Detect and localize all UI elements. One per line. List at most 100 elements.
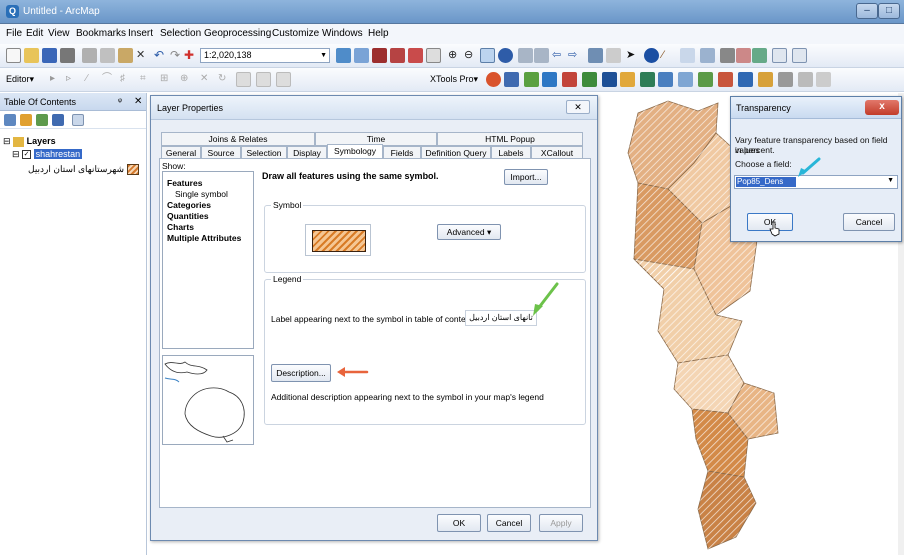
xtools-tool4-icon[interactable] [542, 72, 557, 87]
tab-joins-relates[interactable]: Joins & Relates [161, 132, 315, 146]
layers-row[interactable]: ⊟ Layers [3, 136, 56, 147]
show-item-charts[interactable]: Charts [167, 222, 194, 232]
collapse-icon[interactable]: ⊟ [12, 149, 20, 159]
save-icon[interactable] [42, 48, 57, 63]
back-extent-icon[interactable]: ⇦ [552, 48, 567, 63]
xtools-pro-menu[interactable]: XTools Pro▾ [430, 74, 478, 85]
split-icon[interactable]: ✕ [200, 72, 215, 87]
delete-icon[interactable]: ✕ [136, 48, 151, 63]
measure-icon[interactable] [700, 48, 715, 63]
time-slider-icon[interactable] [772, 48, 787, 63]
layer-name[interactable]: shahrestan [33, 149, 83, 159]
trace-icon[interactable]: ♯ [120, 72, 135, 87]
xtools-tool13-icon[interactable] [718, 72, 733, 87]
collapse-icon[interactable]: ⊟ [3, 136, 11, 146]
advanced-button[interactable]: Advanced ▾ [437, 224, 501, 240]
renderer-list[interactable]: Features Single symbol Categories Quanti… [162, 171, 254, 349]
clear-selection-icon[interactable] [606, 48, 621, 63]
symbol-preview-button[interactable] [305, 224, 371, 256]
menu-insert[interactable]: Insert [128, 28, 153, 39]
reshape-icon[interactable]: ⊞ [160, 72, 175, 87]
fixed-zoom-in-icon[interactable] [518, 48, 533, 63]
show-item-multiple-attributes[interactable]: Multiple Attributes [167, 233, 241, 243]
import-button[interactable]: Import... [504, 169, 548, 185]
rotate-icon[interactable]: ↻ [218, 72, 233, 87]
xtools-tool5-icon[interactable] [562, 72, 577, 87]
paste-icon[interactable] [118, 48, 133, 63]
menu-geoprocessing[interactable]: Geoprocessing [204, 28, 271, 39]
arctoolbox-icon[interactable] [408, 48, 423, 63]
undo-icon[interactable]: ↶ [154, 48, 169, 63]
options-icon[interactable] [72, 114, 84, 126]
forward-extent-icon[interactable]: ⇨ [568, 48, 583, 63]
menu-help[interactable]: Help [368, 28, 389, 39]
xtools-tool6-icon[interactable] [582, 72, 597, 87]
print-icon[interactable] [60, 48, 75, 63]
endpoint-arc-icon[interactable]: ⌒ [102, 72, 117, 87]
create-viewer-icon[interactable] [792, 48, 807, 63]
cancel-button[interactable]: Cancel [843, 213, 895, 231]
legend-entry[interactable]: شهرستانهای استان اردبیل [28, 164, 139, 176]
xtools-tool11-icon[interactable] [678, 72, 693, 87]
editor-menu[interactable]: Editor▾ [6, 74, 34, 85]
search-window-icon[interactable] [390, 48, 405, 63]
fixed-zoom-out-icon[interactable] [534, 48, 549, 63]
xtools-tool15-icon[interactable] [758, 72, 773, 87]
ok-button[interactable]: OK [437, 514, 481, 532]
xtools-tool18-icon[interactable] [816, 72, 831, 87]
straight-segment-icon[interactable]: ∕ [86, 72, 101, 87]
list-by-source-icon[interactable] [20, 114, 32, 126]
find-route-icon[interactable] [736, 48, 751, 63]
python-window-icon[interactable] [426, 48, 441, 63]
zoom-out-icon[interactable]: ⊖ [464, 48, 479, 63]
add-data-icon[interactable]: ✚ [184, 48, 199, 63]
menu-edit[interactable]: Edit [26, 28, 43, 39]
open-folder-icon[interactable] [24, 48, 39, 63]
close-button[interactable]: x [865, 100, 899, 115]
full-extent-icon[interactable] [498, 48, 513, 63]
pan-icon[interactable] [480, 48, 495, 63]
html-popup-icon[interactable] [680, 48, 695, 63]
tab-html-popup[interactable]: HTML Popup [437, 132, 583, 146]
close-button[interactable]: ✕ [566, 100, 590, 114]
copy-icon[interactable] [100, 48, 115, 63]
menu-bookmarks[interactable]: Bookmarks [76, 28, 126, 39]
map-scale-combo[interactable]: 1:2,020,138 ▼ [200, 48, 330, 63]
menu-windows[interactable]: Windows [322, 28, 363, 39]
legend-label-input[interactable]: تانهای استان اردبیل [465, 310, 537, 326]
xtools-tool14-icon[interactable] [738, 72, 753, 87]
create-features-icon[interactable] [276, 72, 291, 87]
legend-symbol-icon[interactable] [126, 164, 139, 176]
xtools-tool2-icon[interactable] [504, 72, 519, 87]
list-by-drawing-order-icon[interactable] [4, 114, 16, 126]
sketch-properties-icon[interactable] [256, 72, 271, 87]
identify-icon[interactable] [644, 48, 659, 63]
xtools-tool12-icon[interactable] [698, 72, 713, 87]
editor-toolbar-icon[interactable] [336, 48, 351, 63]
menu-file[interactable]: File [6, 28, 22, 39]
checkbox-checked-icon[interactable]: ✓ [22, 150, 32, 160]
find-icon[interactable] [720, 48, 735, 63]
xtools-tool1-icon[interactable] [486, 72, 501, 87]
menu-view[interactable]: View [48, 28, 70, 39]
go-to-xy-icon[interactable] [752, 48, 767, 63]
xtools-tool17-icon[interactable] [798, 72, 813, 87]
cut-icon[interactable] [82, 48, 97, 63]
minimize-button[interactable]: – [856, 3, 878, 19]
xtools-tool7-icon[interactable] [602, 72, 617, 87]
list-by-visibility-icon[interactable] [36, 114, 48, 126]
show-item-quantities[interactable]: Quantities [167, 211, 209, 221]
description-button[interactable]: Description... [271, 364, 331, 382]
xtools-tool8-icon[interactable] [620, 72, 635, 87]
xtools-tool16-icon[interactable] [778, 72, 793, 87]
xtools-tool10-icon[interactable] [658, 72, 673, 87]
menu-selection[interactable]: Selection [160, 28, 201, 39]
apply-button[interactable]: Apply [539, 514, 583, 532]
new-document-icon[interactable] [6, 48, 21, 63]
edit-annotation-icon[interactable]: ▹ [66, 72, 81, 87]
chevron-down-icon[interactable]: ▼ [887, 177, 894, 184]
xtools-tool9-icon[interactable] [640, 72, 655, 87]
close-icon[interactable]: ✕ [134, 96, 142, 107]
show-item-categories[interactable]: Categories [167, 200, 211, 210]
cut-polygons-icon[interactable]: ⊕ [180, 72, 195, 87]
